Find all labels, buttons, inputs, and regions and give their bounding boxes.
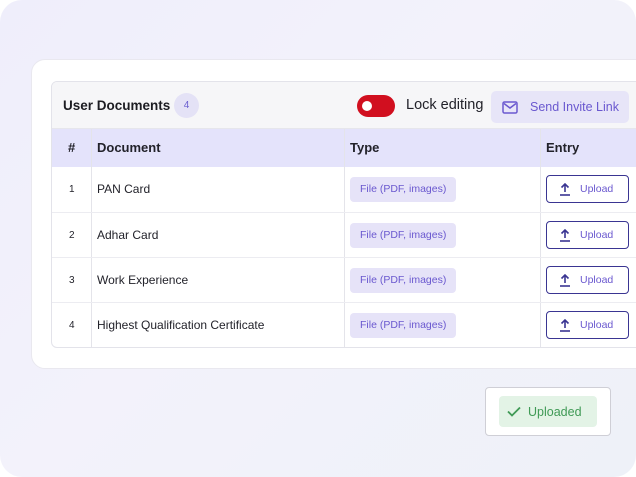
uploaded-label: Uploaded	[528, 404, 582, 419]
document-name: PAN Card	[97, 182, 151, 196]
upload-label: Upload	[580, 319, 614, 331]
table-row: 3 Work Experience File (PDF, images) Upl…	[52, 257, 636, 302]
document-type-pill: File (PDF, images)	[350, 223, 457, 248]
toggle-knob	[362, 101, 372, 111]
send-invite-link-label: Send Invite Link	[530, 100, 619, 114]
column-header-type: Type	[350, 140, 380, 155]
row-number: 1	[69, 184, 75, 195]
upload-icon	[560, 273, 570, 287]
panel-title: User Documents	[63, 98, 171, 113]
upload-button[interactable]: Upload	[546, 311, 629, 339]
upload-label: Upload	[580, 183, 614, 195]
upload-label: Upload	[580, 229, 614, 241]
user-documents-panel: User Documents 4 Lock editing Send Invit…	[51, 81, 636, 348]
table-row: 4 Highest Qualification Certificate File…	[52, 302, 636, 347]
upload-icon	[560, 318, 570, 332]
panel-header: User Documents 4 Lock editing Send Invit…	[52, 82, 636, 129]
document-count-badge: 4	[174, 93, 199, 118]
document-type-pill: File (PDF, images)	[350, 313, 457, 338]
document-name: Work Experience	[97, 273, 189, 287]
column-header-entry: Entry	[546, 140, 580, 155]
document-name: Highest Qualification Certificate	[97, 318, 265, 332]
row-number: 4	[69, 320, 75, 331]
document-type-pill: File (PDF, images)	[350, 177, 457, 202]
column-header-number: #	[68, 140, 76, 155]
row-number: 2	[69, 230, 75, 241]
lock-editing-label: Lock editing	[406, 97, 484, 113]
uploaded-status-card: Uploaded	[485, 387, 611, 436]
upload-button[interactable]: Upload	[546, 175, 629, 203]
send-invite-link-button[interactable]: Send Invite Link	[491, 91, 629, 123]
upload-icon	[560, 182, 570, 196]
uploaded-badge: Uploaded	[499, 396, 597, 427]
table-row: 1 PAN Card File (PDF, images) Upload	[52, 167, 636, 212]
document-type-pill: File (PDF, images)	[350, 268, 457, 293]
upload-label: Upload	[580, 274, 614, 286]
column-header-document: Document	[97, 140, 161, 155]
check-icon	[507, 406, 521, 417]
mail-icon	[502, 100, 518, 114]
lock-editing-toggle[interactable]	[357, 95, 395, 117]
upload-icon	[560, 228, 570, 242]
document-name: Adhar Card	[97, 228, 159, 242]
row-number: 3	[69, 275, 75, 286]
upload-button[interactable]: Upload	[546, 221, 629, 249]
upload-button[interactable]: Upload	[546, 266, 629, 294]
table-row: 2 Adhar Card File (PDF, images) Upload	[52, 212, 636, 257]
